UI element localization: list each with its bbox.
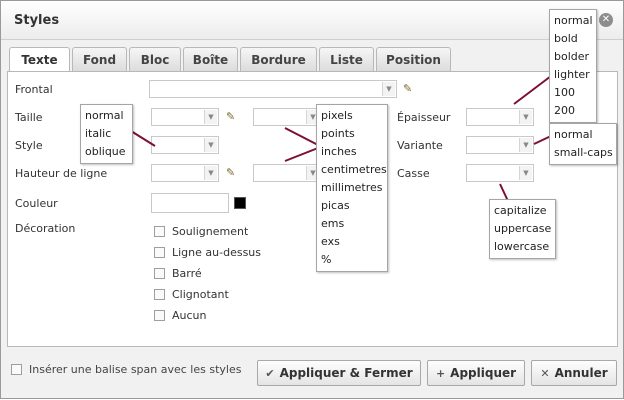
unit-popup: pixels points inches centimetres millime… [316, 104, 388, 272]
span-checkbox-label: Insérer une balise span avec les styles [29, 363, 242, 376]
option-inches[interactable]: inches [321, 143, 383, 161]
option-points[interactable]: points [321, 125, 383, 143]
option-lighter[interactable]: lighter [554, 66, 592, 84]
check-icon: ✔ [265, 367, 275, 380]
option-uppercase[interactable]: uppercase [494, 220, 551, 238]
option-bold[interactable]: bold [554, 30, 592, 48]
connector-style [130, 130, 156, 147]
option-normal[interactable]: normal [554, 12, 593, 30]
option-italic[interactable]: italic [85, 125, 128, 143]
option-normal[interactable]: normal [554, 126, 612, 144]
weight-popup: normal bold bolder lighter 100 200 [549, 9, 597, 123]
option-bolder[interactable]: bolder [554, 48, 592, 66]
variant-popup: normal small-caps [549, 123, 617, 165]
option-normal[interactable]: normal [85, 107, 128, 125]
option-200[interactable]: 200 [554, 102, 592, 120]
cross-icon: ✕ [540, 367, 550, 380]
plus-icon: + [435, 367, 446, 380]
option-small-caps[interactable]: small-caps [554, 144, 613, 162]
option-oblique[interactable]: oblique [85, 143, 128, 161]
cancel-label: Annuler [554, 366, 608, 380]
apply-close-label: Appliquer & Fermer [279, 366, 413, 380]
apply-label: Appliquer [450, 366, 517, 380]
option-100[interactable]: 100 [554, 84, 592, 102]
option-picas[interactable]: picas [321, 197, 383, 215]
option-lowercase[interactable]: lowercase [494, 238, 551, 256]
cancel-button[interactable]: ✕ Annuler [531, 360, 617, 386]
apply-close-button[interactable]: ✔ Appliquer & Fermer [257, 360, 421, 386]
apply-button[interactable]: + Appliquer [427, 360, 525, 386]
connector-hauteur-unit [284, 147, 319, 162]
option-capitalize[interactable]: capitalize [494, 202, 551, 220]
option-ems[interactable]: ems [321, 215, 383, 233]
option-centimetres[interactable]: centimetres [321, 161, 387, 179]
case-popup: capitalize uppercase lowercase [489, 199, 556, 259]
span-checkbox[interactable] [11, 364, 22, 375]
option-percent[interactable]: % [321, 251, 383, 269]
connector-taille-unit [284, 127, 319, 146]
option-exs[interactable]: exs [321, 233, 383, 251]
font-style-popup: normal italic oblique [80, 104, 133, 164]
styles-dialog: Styles ✕ Texte Fond Bloc Boîte Bordure L… [0, 0, 624, 399]
option-millimetres[interactable]: millimetres [321, 179, 383, 197]
option-pixels[interactable]: pixels [321, 107, 383, 125]
